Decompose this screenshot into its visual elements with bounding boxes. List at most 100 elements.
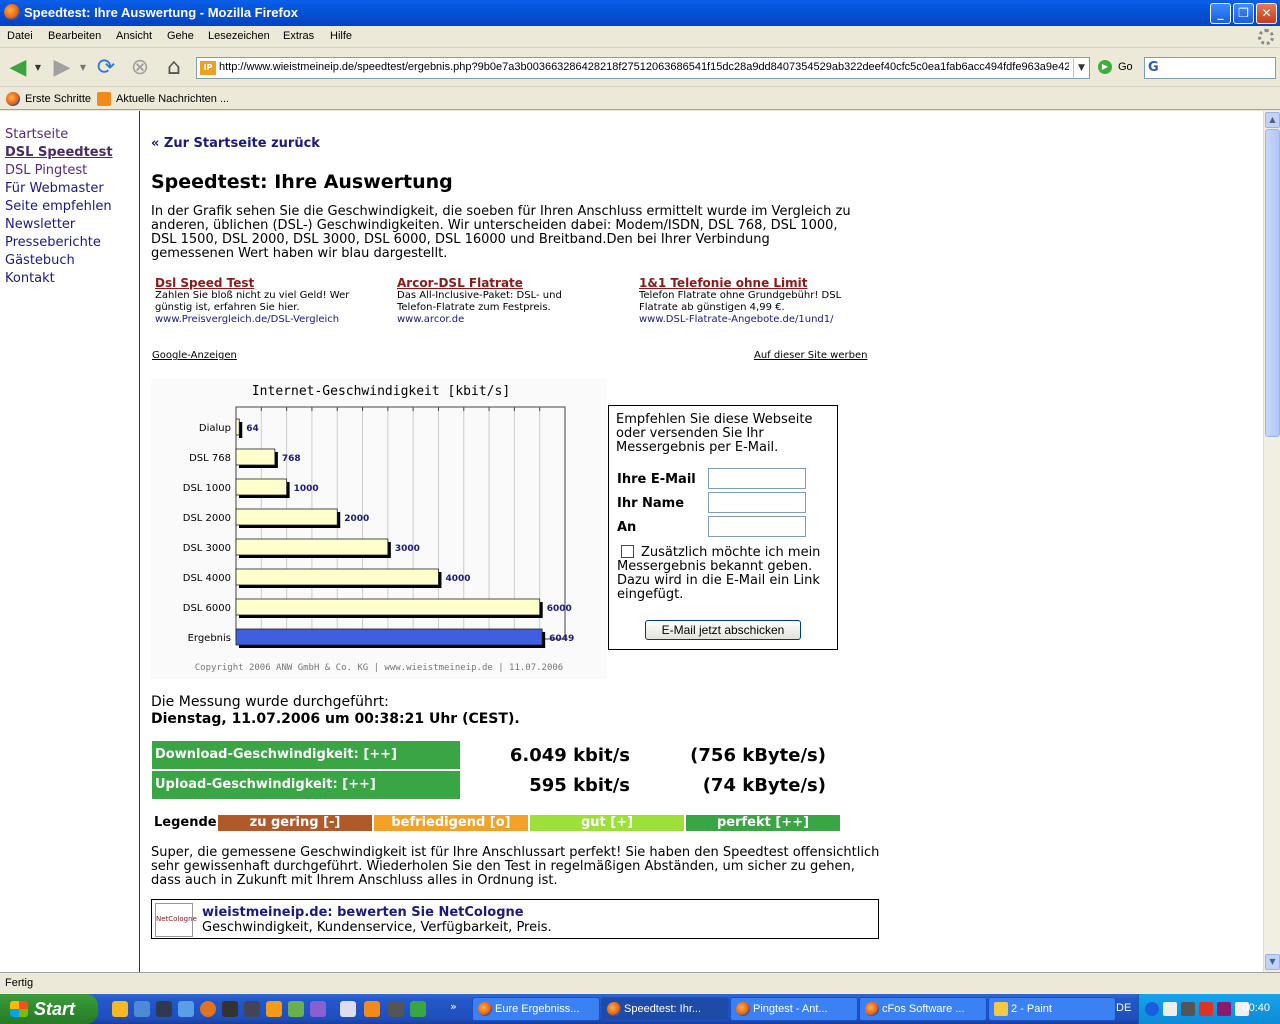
minimize-button[interactable]: _: [1210, 3, 1231, 24]
advertise-link[interactable]: Auf dieser Site werben: [754, 350, 867, 361]
netcologne-logo: NetCologne: [155, 903, 197, 937]
provider-rating-box[interactable]: NetCologne wieistmeineip.de: bewerten Si…: [151, 899, 879, 939]
nav-dsl-pingtest[interactable]: DSL Pingtest: [5, 163, 87, 178]
menu-datei[interactable]: Datei: [7, 30, 33, 42]
legend-label: Legende:: [154, 815, 222, 830]
menu-gehe[interactable]: Gehe: [167, 30, 194, 42]
quicklaunch-12-icon[interactable]: [388, 1001, 404, 1017]
measured-label: Die Messung wurde durchgeführt:: [151, 694, 389, 710]
quicklaunch-overflow-icon[interactable]: »: [450, 1000, 457, 1013]
window-title: Speedtest: Ihre Auswertung - Mozilla Fir…: [24, 5, 298, 20]
bookmark-aktuelle-nachrichten[interactable]: Aktuelle Nachrichten ...: [97, 92, 229, 106]
task-paint[interactable]: 2 - Paint: [988, 997, 1116, 1021]
firefox-task-icon: [607, 1002, 621, 1016]
rating-title-link[interactable]: wieistmeineip.de: bewerten Sie NetCologn…: [202, 905, 524, 920]
intro-text: In der Grafik sehen Sie die Geschwindigk…: [151, 204, 851, 261]
nav-presseberichte[interactable]: Presseberichte: [5, 235, 101, 250]
nav-startseite[interactable]: Startseite: [5, 127, 68, 142]
url-bar[interactable]: IP http://www.wieistmeineip.de/speedtest…: [196, 57, 1090, 79]
upload-speed-kbyte: (74 kByte/s): [702, 775, 826, 796]
name-field[interactable]: [708, 492, 806, 513]
nav-newsletter[interactable]: Newsletter: [5, 217, 75, 232]
start-button[interactable]: Start: [0, 994, 98, 1024]
scroll-down-icon[interactable]: ▼: [1265, 954, 1280, 970]
go-button[interactable]: ▶ Go: [1098, 60, 1133, 74]
scroll-up-icon[interactable]: ▲: [1265, 112, 1280, 128]
menu-bearbeiten[interactable]: Bearbeiten: [48, 30, 101, 42]
quicklaunch-2-icon[interactable]: [134, 1001, 150, 1017]
tray-monitor-icon[interactable]: [1181, 1002, 1195, 1016]
task-cfos-software[interactable]: cFos Software ...: [859, 997, 987, 1021]
nav-fuer-webmaster[interactable]: Für Webmaster: [5, 181, 104, 196]
ad-url-2[interactable]: www.arcor.de: [397, 314, 597, 325]
nav-kontakt[interactable]: Kontakt: [5, 271, 55, 286]
name-label: Ihr Name: [617, 496, 685, 511]
language-indicator[interactable]: DE: [1116, 1002, 1131, 1014]
quicklaunch-8-icon[interactable]: [288, 1001, 304, 1017]
windows-flag-icon: [10, 1001, 28, 1017]
value-label: 2000: [344, 514, 369, 524]
maximize-button[interactable]: ❐: [1233, 3, 1254, 24]
tray-app-icon[interactable]: [1217, 1002, 1231, 1016]
site-navigation: Startseite DSL Speedtest DSL Pingtest Fü…: [0, 111, 140, 972]
download-speed-label: Download-Geschwindigkeit: [++]: [152, 741, 460, 769]
google-search-icon: G: [1148, 60, 1159, 75]
quicklaunch-4-icon[interactable]: [178, 1001, 194, 1017]
email-field[interactable]: [708, 468, 806, 489]
ad-title-3[interactable]: 1&1 Telefonie ohne Limit: [639, 276, 869, 290]
back-arrow-icon[interactable]: ◀: [4, 55, 32, 81]
quicklaunch-1-icon[interactable]: [112, 1001, 128, 1017]
vertical-scrollbar[interactable]: ▲ ▼: [1263, 111, 1280, 972]
close-button[interactable]: ✕: [1256, 3, 1277, 24]
menu-ansicht[interactable]: Ansicht: [116, 30, 152, 42]
forward-dropdown-icon[interactable]: ▼: [78, 55, 88, 81]
quicklaunch-10-icon[interactable]: [340, 1001, 356, 1017]
bookmark-erste-schritte[interactable]: Erste Schritte: [6, 92, 91, 106]
back-dropdown-icon[interactable]: ▼: [33, 55, 43, 81]
share-result-checkbox[interactable]: [621, 545, 634, 558]
url-text[interactable]: http://www.wieistmeineip.de/speedtest/er…: [219, 61, 1069, 73]
nav-seite-empfehlen[interactable]: Seite empfehlen: [5, 199, 112, 214]
quicklaunch-3-icon[interactable]: [156, 1001, 172, 1017]
ad-title-2[interactable]: Arcor-DSL Flatrate: [397, 276, 597, 290]
nav-dsl-speedtest[interactable]: DSL Speedtest: [5, 145, 113, 160]
to-field[interactable]: [708, 516, 806, 537]
bar-dsl-2000: [235, 508, 338, 526]
quicklaunch-9-icon[interactable]: [310, 1001, 326, 1017]
ad-url-1[interactable]: www.Preisvergleich.de/DSL-Vergleich: [155, 314, 385, 325]
menu-extras[interactable]: Extras: [283, 30, 314, 42]
google-ads-link[interactable]: Google-Anzeigen: [152, 350, 237, 361]
quicklaunch-11-icon[interactable]: [364, 1001, 380, 1017]
quicklaunch-5-icon[interactable]: [222, 1001, 238, 1017]
tray-network-icon[interactable]: [1163, 1002, 1177, 1016]
quicklaunch-7-icon[interactable]: [266, 1001, 282, 1017]
category-label: DSL 768: [189, 453, 231, 464]
reload-icon[interactable]: ⟳: [93, 55, 119, 81]
quicklaunch-13-icon[interactable]: [410, 1001, 426, 1017]
home-icon[interactable]: ⌂: [161, 55, 187, 81]
firefox-icon: [4, 4, 20, 20]
category-label: DSL 3000: [183, 543, 231, 554]
stop-icon[interactable]: ⊗: [127, 55, 153, 81]
task-speedtest[interactable]: Speedtest: Ihr...: [601, 997, 729, 1021]
url-dropdown-icon[interactable]: ▼: [1073, 58, 1089, 78]
bar-dsl-3000: [235, 538, 389, 556]
send-email-button[interactable]: E-Mail jetzt abschicken: [645, 620, 801, 640]
task-pingtest[interactable]: Pingtest - Ant...: [730, 997, 858, 1021]
back-to-home-link[interactable]: « Zur Startseite zurück: [151, 136, 320, 151]
firefox-task-icon: [736, 1002, 750, 1016]
tray-expand-icon[interactable]: [1145, 1002, 1159, 1016]
quicklaunch-6-icon[interactable]: [244, 1001, 260, 1017]
nav-gaestebuch[interactable]: Gästebuch: [5, 253, 75, 268]
tray-antivirus-icon[interactable]: [1199, 1002, 1213, 1016]
search-input[interactable]: G: [1144, 57, 1276, 79]
quicklaunch-firefox-icon[interactable]: [200, 1001, 216, 1017]
menu-lesezeichen[interactable]: Lesezeichen: [208, 30, 270, 42]
menu-hilfe[interactable]: Hilfe: [330, 30, 352, 42]
ad-url-3[interactable]: www.DSL-Flatrate-Angebote.de/1und1/: [639, 314, 869, 325]
task-eure-ergebnisse[interactable]: Eure Ergebniss...: [472, 997, 600, 1021]
scroll-thumb[interactable]: [1265, 129, 1280, 437]
ad-title-1[interactable]: Dsl Speed Test: [155, 276, 385, 290]
legend-too-low: zu gering [-]: [218, 815, 372, 831]
forward-arrow-icon[interactable]: ▶: [48, 55, 76, 81]
